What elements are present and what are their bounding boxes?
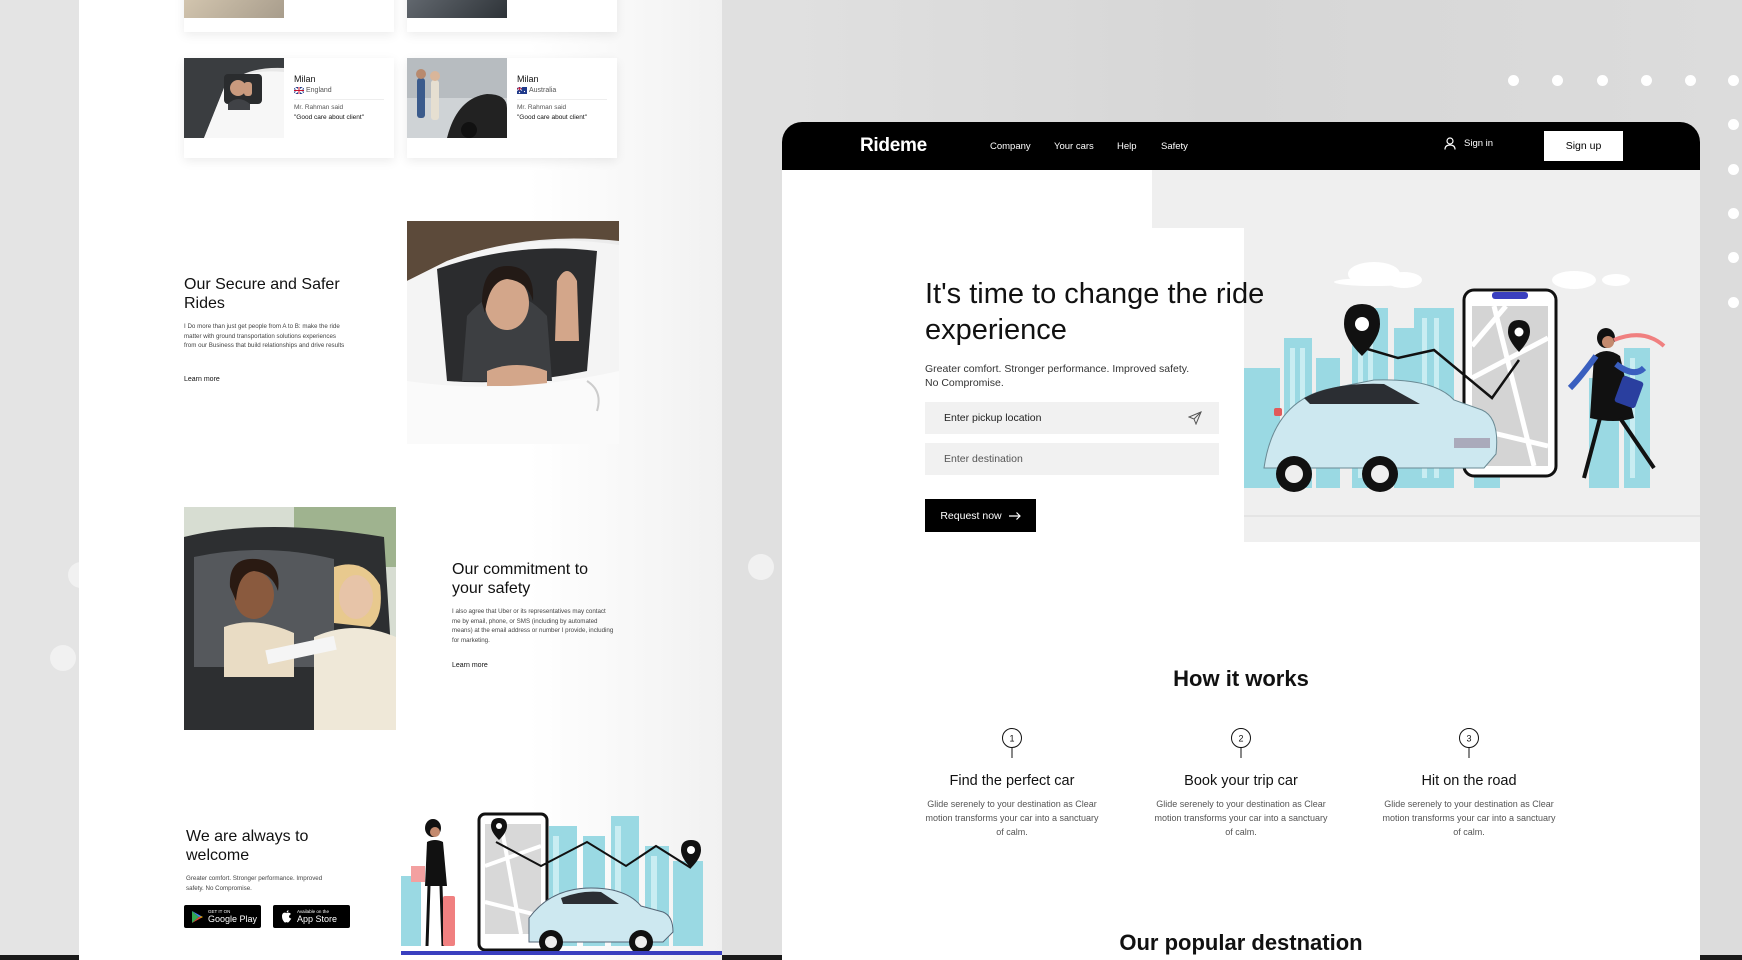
step-number: 1	[1009, 733, 1014, 743]
welcome-title: We are always to welcome	[186, 828, 309, 864]
decor-dot	[1597, 75, 1608, 86]
sign-in-label: Sign in	[1464, 138, 1494, 149]
destination-input[interactable]	[925, 443, 1219, 475]
welcome-illustration	[401, 806, 722, 960]
nav-link-safety[interactable]: Safety	[1161, 141, 1188, 152]
map-pin-icon: 3	[1459, 728, 1479, 758]
step-card: 3 Hit on the road Glide serenely to your…	[1379, 727, 1559, 839]
step-description: Glide serenely to your destination as Cl…	[925, 799, 1099, 837]
secure-photo	[407, 221, 619, 444]
decor-dot	[1508, 75, 1519, 86]
decor-dot	[1552, 75, 1563, 86]
request-now-label: Request now	[940, 509, 1002, 522]
decor-dot	[1728, 252, 1739, 263]
step-number: 3	[1466, 733, 1471, 743]
hero-subtitle-line: No Compromise.	[925, 377, 1004, 389]
step-card: 1 Find the perfect car Glide serenely to…	[922, 727, 1102, 839]
top-navbar: Rideme Company Your cars Help Safety Sig…	[782, 122, 1700, 170]
sign-in-link[interactable]: Sign in	[1444, 137, 1493, 150]
step-title: Hit on the road	[1421, 773, 1517, 789]
sign-up-button[interactable]: Sign up	[1544, 131, 1623, 161]
reviewer-name: Milan	[294, 74, 316, 84]
brand-logo[interactable]: Rideme	[860, 135, 927, 157]
map-pin-icon: 2	[1231, 728, 1251, 758]
step-description: Glide serenely to your destination as Cl…	[1154, 799, 1328, 837]
arrow-right-icon	[1008, 511, 1021, 520]
decor-dot	[1728, 164, 1739, 175]
flag-australia-icon	[517, 87, 527, 94]
decor-dot	[1685, 75, 1696, 86]
review-card: Milan England Mr. Rahman said "Good care…	[184, 58, 394, 158]
step-number: 2	[1238, 733, 1243, 743]
secure-learn-more-link[interactable]: Learn more	[184, 376, 220, 383]
popular-destination-title: Our popular destnation	[1119, 930, 1363, 955]
decor-dot	[1728, 75, 1739, 86]
left-page-preview: Milan England Mr. Rahman said "Good care…	[79, 0, 722, 960]
decor-dot	[50, 645, 76, 671]
review-photo	[407, 58, 507, 138]
app-store-badge[interactable]: Available on the App Store	[273, 905, 350, 928]
reviewer-name: Milan	[517, 74, 539, 84]
commitment-photo	[184, 507, 396, 730]
reviewer-country: Australia	[529, 87, 557, 94]
decor-dot	[1728, 208, 1739, 219]
review-author: Mr. Rahman said	[294, 104, 344, 111]
user-icon	[1444, 137, 1456, 150]
hero-subtitle-line: Greater comfort. Stronger performance. I…	[925, 363, 1190, 375]
app-store-big-text: App Store	[297, 914, 338, 924]
divider	[294, 99, 384, 100]
review-author: Mr. Rahman said	[517, 104, 567, 111]
nav-link-company[interactable]: Company	[990, 141, 1031, 152]
decor-dot	[748, 554, 774, 580]
pickup-location-input[interactable]	[925, 402, 1219, 434]
review-quote: "Good care about client"	[517, 114, 588, 121]
review-card: Milan Australia Mr. Rahman said "Good ca…	[407, 58, 617, 158]
secure-body: I Do more than just get people from A to…	[184, 323, 345, 349]
hero-subtitle: Greater comfort. Stronger performance. I…	[925, 362, 1225, 390]
review-photo	[184, 58, 284, 138]
request-now-button[interactable]: Request now	[925, 499, 1036, 532]
apple-icon	[282, 910, 292, 923]
secure-title: Our Secure and Safer Rides	[184, 276, 340, 312]
nav-link-your-cars[interactable]: Your cars	[1054, 141, 1094, 152]
hero-background-panel	[1152, 170, 1700, 228]
flag-england-icon	[294, 87, 304, 94]
reviewer-country: England	[306, 87, 332, 94]
review-photo	[184, 0, 284, 18]
divider	[517, 99, 607, 100]
review-card-partial	[184, 0, 394, 32]
welcome-body: Greater comfort. Stronger performance. I…	[186, 875, 323, 892]
map-pin-icon: 1	[1002, 728, 1022, 758]
google-play-icon	[192, 910, 203, 923]
google-play-big-text: Google Play	[208, 914, 258, 924]
commitment-title: Our commitment to your safety	[452, 561, 589, 597]
right-page-preview: Rideme Company Your cars Help Safety Sig…	[782, 122, 1700, 960]
step-description: Glide serenely to your destination as Cl…	[1382, 799, 1556, 837]
commitment-body: I also agree that Uber or its representa…	[452, 608, 614, 644]
step-title: Book your trip car	[1184, 773, 1298, 789]
hero-title: It's time to change the ride experience	[925, 278, 1265, 346]
decor-dot	[1641, 75, 1652, 86]
nav-link-help[interactable]: Help	[1117, 141, 1137, 152]
commitment-learn-more-link[interactable]: Learn more	[452, 662, 488, 669]
hero-illustration	[1244, 228, 1700, 542]
send-arrow-icon[interactable]	[1188, 411, 1202, 425]
review-card-partial	[407, 0, 617, 32]
review-photo	[407, 0, 507, 18]
decor-dot	[1728, 119, 1739, 130]
google-play-badge[interactable]: GET IT ON Google Play	[184, 905, 261, 928]
review-quote: "Good care about client"	[294, 114, 365, 121]
how-it-works-title: How it works	[1173, 666, 1309, 691]
step-title: Find the perfect car	[949, 773, 1075, 789]
decor-dot	[1728, 297, 1739, 308]
step-card: 2 Book your trip car Glide serenely to y…	[1151, 727, 1331, 839]
